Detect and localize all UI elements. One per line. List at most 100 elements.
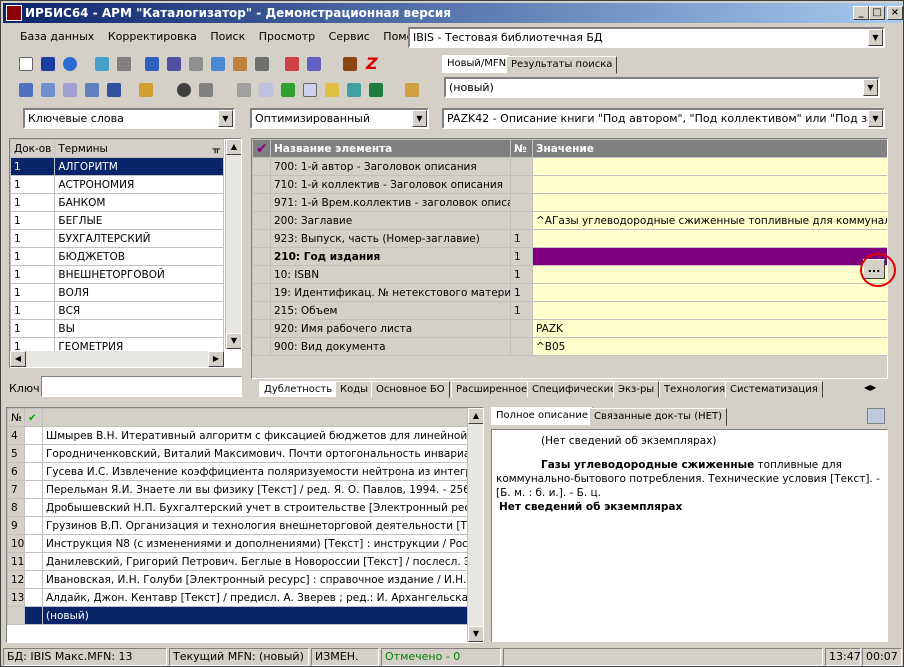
database-select[interactable]: IBIS - Тестовая библиотечная БД ▼	[408, 27, 885, 48]
tab-field-group[interactable]: Расширенное	[451, 381, 533, 398]
field-value[interactable]: ^AГазы углеводородные сжиженные топливны…	[532, 211, 887, 230]
import-icon[interactable]	[281, 53, 303, 75]
tab-search-results[interactable]: Результаты поиска	[506, 56, 618, 74]
record-row[interactable]: 7 Перельман Я.И. Знаете ли вы физику [Тек…	[7, 480, 470, 499]
dictionary-row[interactable]: 1 АЛГОРИТМ	[10, 157, 224, 176]
document-icon[interactable]	[255, 79, 277, 101]
dictionary-row[interactable]: 1 БУХГАЛТЕРСКИЙ	[10, 229, 224, 248]
print-icon[interactable]	[185, 53, 207, 75]
field-value[interactable]	[532, 193, 887, 212]
tab-field-group[interactable]: Экз-ры	[613, 381, 660, 398]
chevron-down-icon[interactable]: ▼	[412, 110, 427, 127]
record-row[interactable]: 10 Инструкция N8 (с изменениями и дополне…	[7, 534, 470, 553]
save-icon[interactable]	[37, 53, 59, 75]
search-mode-select[interactable]: Ключевые слова ▼	[23, 108, 235, 129]
chevron-down-icon[interactable]: ▼	[868, 110, 883, 127]
chat-icon[interactable]	[15, 79, 37, 101]
books-icon[interactable]	[339, 53, 361, 75]
field-row[interactable]: 19: Идентификац. № нетекстового материал…	[252, 283, 887, 302]
column-header-record[interactable]	[42, 408, 470, 427]
dictionary-row[interactable]: 1 ВЫ	[10, 319, 224, 338]
excel-icon[interactable]	[365, 79, 387, 101]
record-check[interactable]	[24, 516, 43, 535]
field-row[interactable]: 215: Объем 1	[252, 301, 887, 320]
copy-icon[interactable]	[195, 79, 217, 101]
record-row[interactable]: 12 Ивановская, И.Н. Голуби [Электронный р…	[7, 570, 470, 589]
tab-field-group[interactable]: Дублетность	[259, 381, 338, 398]
tab-full-description[interactable]: Полное описание	[491, 407, 593, 425]
scroll-left-icon[interactable]: ◀	[10, 351, 26, 367]
message-icon[interactable]	[81, 79, 103, 101]
menu-view[interactable]: Просмотр	[254, 27, 320, 46]
record-row[interactable]: 4 Шмырев В.Н. Итеративный алгоритм с фикс…	[7, 426, 470, 445]
chevron-down-icon[interactable]: ▼	[868, 29, 883, 46]
mail-icon[interactable]	[59, 79, 81, 101]
field-value[interactable]	[532, 265, 887, 284]
field-row[interactable]: 710: 1-й коллектив - Заголовок описания	[252, 175, 887, 194]
field-row[interactable]: 900: Вид документа ^B05	[252, 337, 887, 356]
z3950-icon[interactable]: Z	[361, 53, 383, 75]
key-input[interactable]	[41, 376, 242, 397]
menu-search[interactable]: Поиск	[205, 27, 250, 46]
record-check[interactable]	[24, 606, 43, 625]
record-row[interactable]: 8 Дробышевский Н.П. Бухгалтерский учет в …	[7, 498, 470, 517]
field-value[interactable]	[532, 247, 887, 266]
tab-new-mfn[interactable]: Новый/MFN	[442, 55, 512, 73]
dictionary-hscrollbar[interactable]: ◀ ▶	[10, 351, 224, 367]
tab-field-group[interactable]: Коды	[335, 381, 374, 398]
field-value[interactable]	[532, 283, 887, 302]
pages-icon[interactable]	[299, 79, 321, 101]
arrow-right-icon[interactable]	[113, 53, 135, 75]
record-check[interactable]	[24, 534, 43, 553]
field-row[interactable]: 920: Имя рабочего листа PAZK	[252, 319, 887, 338]
undo-icon[interactable]	[59, 53, 81, 75]
scroll-up-icon[interactable]: ▲	[468, 408, 483, 424]
export-icon[interactable]	[303, 53, 325, 75]
record-check[interactable]	[24, 426, 43, 445]
field-value[interactable]	[532, 301, 887, 320]
column-header-record-num[interactable]: №	[7, 408, 25, 427]
tree-icon[interactable]	[207, 53, 229, 75]
column-header-terms[interactable]: Термины ᚂ	[54, 139, 224, 158]
record-row[interactable]: 5 Городниченковский, Виталий Максимович. …	[7, 444, 470, 463]
field-value[interactable]	[532, 229, 887, 248]
menu-service[interactable]: Сервис	[324, 27, 375, 46]
copy-record-icon[interactable]	[141, 53, 163, 75]
scroll-down-icon[interactable]: ▼	[226, 333, 241, 349]
pin-icon[interactable]: ᚂ	[213, 143, 220, 155]
view-icon[interactable]	[173, 79, 195, 101]
field-row[interactable]: 10: ISBN 1	[252, 265, 887, 284]
dictionary-row[interactable]: 1 БЮДЖЕТОВ	[10, 247, 224, 266]
dictionary-row[interactable]: 1 ВОЛЯ	[10, 283, 224, 302]
edit-icon[interactable]	[229, 53, 251, 75]
column-header-docs[interactable]: Док-ов	[10, 139, 56, 158]
tab-field-group[interactable]: Систематизация	[725, 381, 823, 398]
record-check[interactable]	[24, 480, 43, 499]
record-row-new[interactable]: (новый)	[7, 606, 470, 625]
mfn-select[interactable]: (новый) ▼	[444, 77, 880, 98]
maximize-button[interactable]: □	[869, 6, 885, 20]
records-scrollbar[interactable]: ▲ ▼	[467, 408, 483, 642]
color-icon[interactable]	[343, 79, 365, 101]
record-check[interactable]	[24, 588, 43, 607]
tab-field-group[interactable]: Специфические	[527, 381, 622, 398]
record-check[interactable]	[24, 552, 43, 571]
menu-edit[interactable]: Корректировка	[103, 27, 202, 46]
dictionary-row[interactable]: 1 ВСЯ	[10, 301, 224, 320]
delete-icon[interactable]	[251, 53, 273, 75]
print-preview-icon[interactable]	[233, 79, 255, 101]
record-check[interactable]	[24, 462, 43, 481]
help-icon[interactable]	[401, 79, 423, 101]
record-row[interactable]: 13 Алдайк, Джон. Кентавр [Текст] / предис…	[7, 588, 470, 607]
worksheet-select[interactable]: PAZK42 - Описание книги "Под автором", "…	[442, 108, 885, 129]
field-row[interactable]: 923: Выпуск, часть (Номер-заглавие) 1	[252, 229, 887, 248]
field-value[interactable]: PAZK	[532, 319, 887, 338]
play-icon[interactable]	[277, 79, 299, 101]
close-button[interactable]: ×	[887, 6, 903, 20]
record-check[interactable]	[24, 498, 43, 517]
chevron-down-icon[interactable]: ▼	[218, 110, 233, 127]
tab-field-group[interactable]: Технология	[659, 381, 731, 398]
arrow-left-icon[interactable]	[91, 53, 113, 75]
record-row[interactable]: 9 Грузинов В.П. Организация и технология …	[7, 516, 470, 535]
folder-icon[interactable]	[321, 79, 343, 101]
